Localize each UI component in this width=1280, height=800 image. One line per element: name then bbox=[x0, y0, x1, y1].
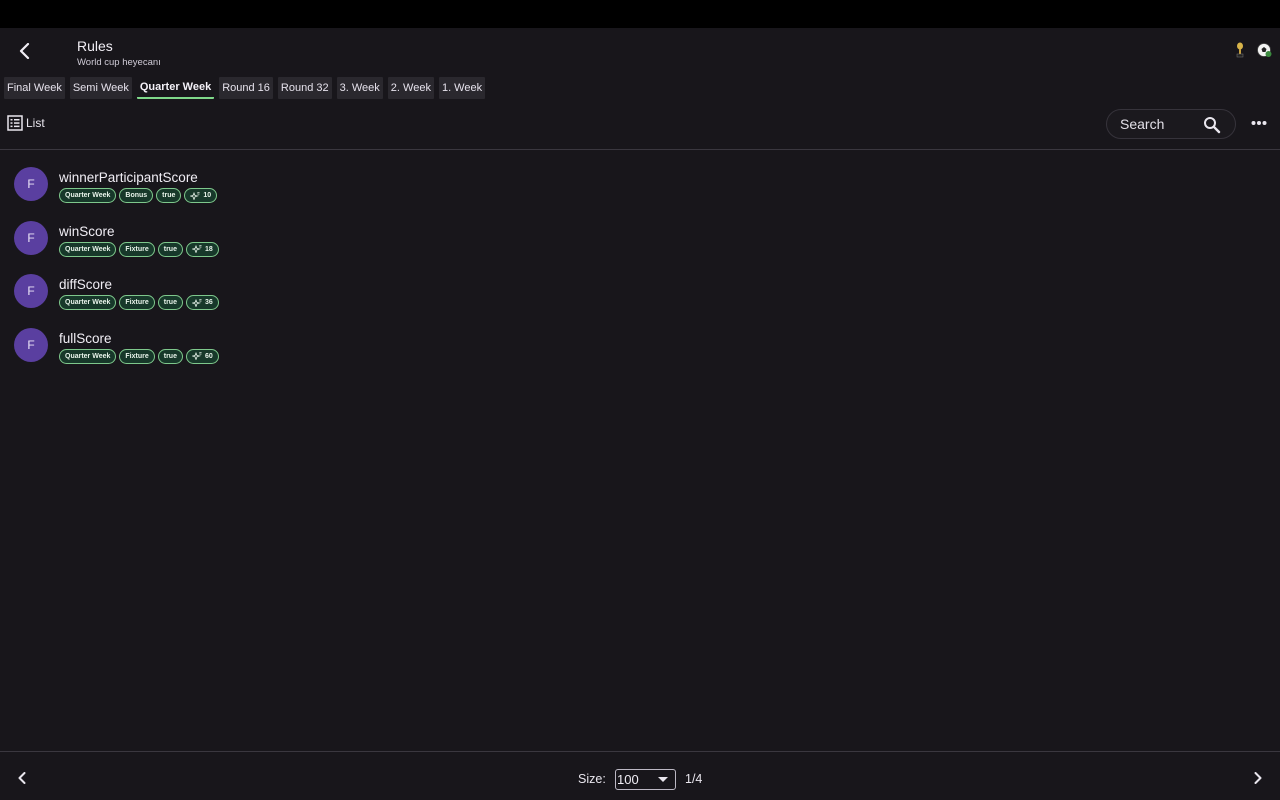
list-view-toggle[interactable]: List bbox=[7, 115, 45, 131]
pagination-bar: Size: 100 1/4 bbox=[0, 751, 1280, 800]
chevron-right-icon bbox=[1254, 772, 1262, 784]
type-chip: Fixture bbox=[119, 241, 155, 257]
tab-quarter-week[interactable]: Quarter Week bbox=[136, 77, 215, 99]
list-item[interactable]: F winnerParticipantScore Quarter Week Bo… bbox=[0, 160, 1280, 214]
sparkle-star-icon bbox=[191, 298, 202, 307]
week-chip: Quarter Week bbox=[59, 348, 117, 364]
enabled-chip: true bbox=[156, 188, 182, 203]
rule-chips: Quarter Week Fixture true 60 bbox=[59, 348, 219, 364]
rule-chips: Quarter Week Bonus true 10 bbox=[59, 188, 218, 203]
page-indicator: 1/4 bbox=[685, 772, 703, 786]
tab-round-32[interactable]: Round 32 bbox=[277, 77, 332, 99]
week-chip: Quarter Week bbox=[59, 241, 117, 257]
next-page-button[interactable] bbox=[1250, 770, 1266, 786]
list-item[interactable]: F fullScore Quarter Week Fixture true 60 bbox=[0, 321, 1280, 375]
points-value: 18 bbox=[204, 245, 213, 253]
trophy-icon[interactable] bbox=[1232, 42, 1248, 58]
rule-list: F winnerParticipantScore Quarter Week Bo… bbox=[0, 160, 1280, 374]
more-horizontal-icon bbox=[1251, 121, 1267, 125]
rule-name: fullScore bbox=[59, 330, 112, 346]
rule-name: winnerParticipantScore bbox=[59, 170, 198, 185]
type-chip: Fixture bbox=[119, 295, 155, 310]
avatar: F bbox=[14, 274, 48, 308]
search-icon[interactable] bbox=[1203, 116, 1221, 134]
sparkle-star-icon bbox=[191, 352, 202, 360]
points-value: 10 bbox=[203, 192, 212, 199]
week-chip: Quarter Week bbox=[59, 295, 117, 310]
rule-name: diffScore bbox=[59, 277, 113, 292]
rule-chips: Quarter Week Fixture true 36 bbox=[59, 295, 219, 310]
list-item[interactable]: F diffScore Quarter Week Fixture true 36 bbox=[0, 267, 1280, 321]
soccer-ball-icon[interactable] bbox=[1256, 42, 1272, 58]
page-size-select[interactable]: 100 bbox=[615, 769, 676, 790]
rule-chips: Quarter Week Fixture true 18 bbox=[59, 241, 219, 257]
points-chip: 18 bbox=[185, 241, 219, 257]
type-chip: Fixture bbox=[119, 348, 155, 364]
list-view-label: List bbox=[26, 116, 45, 130]
avatar: F bbox=[14, 327, 48, 362]
page-subtitle: World cup heyecanı bbox=[77, 57, 161, 68]
previous-page-button[interactable] bbox=[14, 770, 30, 786]
points-value: 36 bbox=[204, 299, 213, 306]
app-bar-actions bbox=[1232, 42, 1272, 58]
more-options-button[interactable] bbox=[1248, 114, 1270, 132]
arrow-left-icon bbox=[19, 43, 30, 59]
week-chip: Quarter Week bbox=[59, 188, 117, 203]
sparkle-star-icon bbox=[190, 191, 200, 200]
avatar: F bbox=[14, 167, 48, 201]
avatar: F bbox=[14, 220, 48, 255]
tab-2-week[interactable]: 2. Week bbox=[387, 77, 434, 99]
page-size-value: 100 bbox=[617, 772, 639, 787]
view-toolbar: List bbox=[0, 106, 1280, 150]
list-item[interactable]: F winScore Quarter Week Fixture true 18 bbox=[0, 214, 1280, 268]
week-tabs: Final Week Semi Week Quarter Week Round … bbox=[4, 77, 486, 101]
enabled-chip: true bbox=[157, 348, 183, 364]
tab-1-week[interactable]: 1. Week bbox=[438, 77, 486, 99]
search-input[interactable] bbox=[1120, 116, 1200, 132]
rule-name: winScore bbox=[59, 223, 115, 239]
enabled-chip: true bbox=[157, 295, 183, 310]
dropdown-arrow-icon bbox=[658, 777, 668, 782]
list-icon bbox=[7, 115, 23, 131]
tab-3-week[interactable]: 3. Week bbox=[336, 77, 383, 99]
tab-final-week[interactable]: Final Week bbox=[4, 77, 65, 99]
sparkle-star-icon bbox=[191, 245, 202, 253]
chevron-left-icon bbox=[18, 772, 26, 784]
search-box bbox=[1106, 109, 1236, 139]
points-value: 60 bbox=[204, 352, 213, 360]
enabled-chip: true bbox=[157, 241, 183, 257]
back-button[interactable] bbox=[12, 38, 38, 64]
page-size-label: Size: bbox=[578, 772, 606, 786]
type-chip: Bonus bbox=[119, 188, 154, 203]
app-bar: Rules World cup heyecanı bbox=[0, 28, 1280, 72]
tab-round-16[interactable]: Round 16 bbox=[219, 77, 273, 99]
status-bar bbox=[0, 0, 1280, 28]
page-title: Rules bbox=[77, 38, 113, 54]
tab-semi-week[interactable]: Semi Week bbox=[69, 77, 132, 99]
points-chip: 60 bbox=[185, 348, 219, 364]
points-chip: 36 bbox=[185, 295, 219, 310]
points-chip: 10 bbox=[184, 188, 218, 203]
